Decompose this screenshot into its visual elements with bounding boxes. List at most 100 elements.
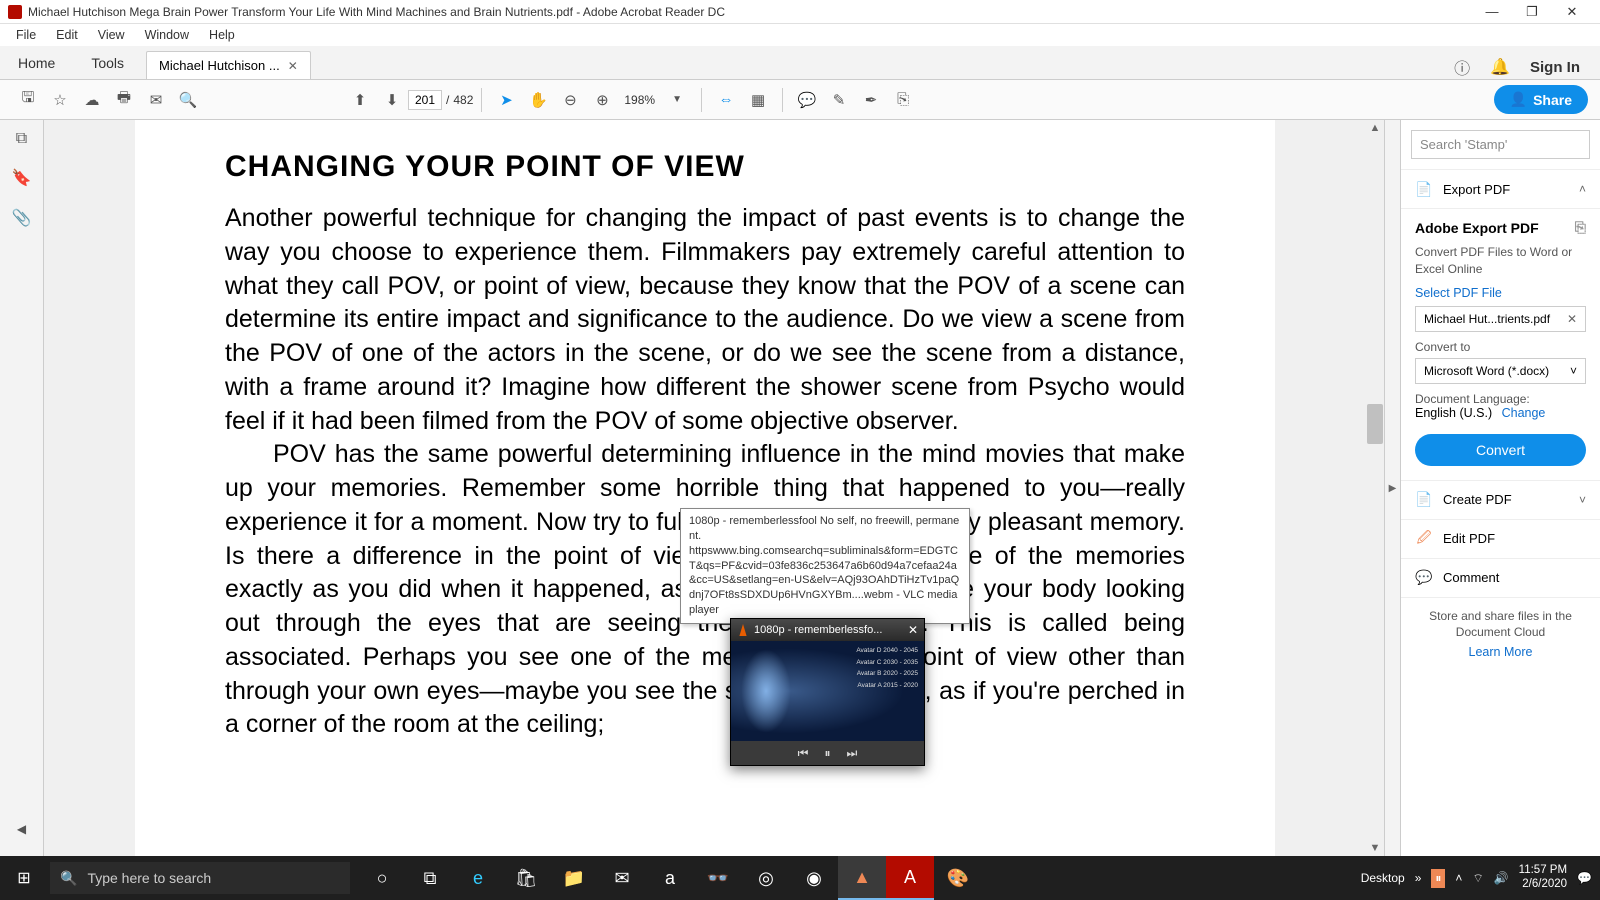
taskbar-search[interactable]: 🔍 Type here to search (50, 862, 350, 894)
help-icon[interactable]: ⓘ (1454, 55, 1470, 79)
app-icon-2[interactable]: ◉ (790, 856, 838, 900)
format-select[interactable]: Microsoft Word (*.docx) ˅ (1415, 358, 1586, 384)
create-pdf-tool[interactable]: 📄 Create PDF ˅ (1401, 480, 1600, 519)
bell-icon[interactable]: 🔔 (1490, 57, 1510, 77)
vlc-video[interactable]: Avatar D 2040 - 2045 Avatar C 2030 - 203… (731, 641, 924, 741)
tray-overflow-icon[interactable]: » (1415, 871, 1422, 885)
menu-view[interactable]: View (88, 26, 135, 44)
fit-width-icon[interactable]: ⇔ (712, 86, 740, 114)
acrobat-taskbar-icon[interactable]: A (886, 856, 934, 900)
scroll-up-icon[interactable]: ▲ (1370, 120, 1381, 136)
create-pdf-icon: 📄 (1415, 491, 1433, 509)
zoom-in-icon[interactable]: ⊕ (588, 86, 616, 114)
amazon-icon[interactable]: a (646, 856, 694, 900)
zoom-out-icon[interactable]: ⊖ (556, 86, 584, 114)
export-pdf-icon: 📄 (1415, 180, 1433, 198)
tray-chevron-icon[interactable]: ˄ (1455, 871, 1462, 885)
menu-edit[interactable]: Edit (46, 26, 88, 44)
vlc-title: 1080p - rememberlessfo... (754, 624, 882, 636)
minimize-button[interactable]: — (1472, 4, 1512, 19)
export-pdf-tool[interactable]: 📄 Export PDF ˄ (1401, 169, 1600, 208)
tab-document[interactable]: Michael Hutchison ... ✕ (146, 51, 311, 79)
attachment-icon[interactable]: 📎 (12, 208, 32, 228)
stamp-icon[interactable]: ⎘ (889, 86, 917, 114)
left-collapse-icon[interactable]: ◀ (17, 822, 26, 836)
menu-help[interactable]: Help (199, 26, 245, 44)
change-language-link[interactable]: Change (1502, 406, 1546, 420)
edge-icon[interactable]: e (454, 856, 502, 900)
bookmark-icon[interactable]: 🔖 (12, 168, 32, 188)
remove-file-icon[interactable]: ✕ (1567, 312, 1577, 326)
tab-home[interactable]: Home (0, 47, 73, 79)
sign-icon[interactable]: ✒ (857, 86, 885, 114)
tray-app-icon[interactable]: ⏸ (1431, 869, 1445, 888)
right-collapse-icon[interactable]: ▶ (1384, 120, 1400, 856)
highlight-icon[interactable]: ✎ (825, 86, 853, 114)
star-icon[interactable]: ☆ (46, 86, 74, 114)
select-pdf-link[interactable]: Select PDF File (1415, 286, 1586, 300)
paint-icon[interactable]: 🎨 (934, 856, 982, 900)
wifi-icon[interactable]: ⌔ (1472, 871, 1483, 886)
tripadvisor-icon[interactable]: 👓 (694, 856, 742, 900)
explorer-icon[interactable]: 📁 (550, 856, 598, 900)
vertical-scrollbar[interactable]: ▲ ▼ (1366, 120, 1384, 856)
scroll-down-icon[interactable]: ▼ (1370, 840, 1381, 856)
start-button[interactable]: ⊞ (0, 868, 48, 888)
convert-button[interactable]: Convert (1415, 434, 1586, 466)
fit-page-icon[interactable]: ▦ (744, 86, 772, 114)
close-button[interactable]: ✕ (1552, 4, 1592, 20)
comment-tool[interactable]: 💬 Comment (1401, 558, 1600, 597)
share-button[interactable]: 👤 Share (1494, 85, 1588, 114)
menu-file[interactable]: File (6, 26, 46, 44)
vlc-taskbar-icon[interactable]: ▲ (838, 856, 886, 900)
search-icon[interactable]: 🔍 (174, 86, 202, 114)
tools-search-input[interactable]: Search 'Stamp' (1411, 130, 1590, 159)
clock[interactable]: 11:57 PM 2/6/2020 (1519, 864, 1567, 892)
language-value: English (U.S.) (1415, 406, 1492, 420)
tab-close-icon[interactable]: ✕ (288, 59, 298, 73)
scroll-thumb[interactable] (1367, 404, 1383, 444)
vlc-prev-icon[interactable]: ⏮ (798, 746, 809, 761)
cortana-icon[interactable]: ○ (358, 856, 406, 900)
page-down-icon[interactable]: ⬇ (378, 86, 406, 114)
hand-icon[interactable]: ✋ (524, 86, 552, 114)
page-total: 482 (453, 93, 473, 107)
mail-icon[interactable]: ✉ (142, 86, 170, 114)
adobe-export-title: Adobe Export PDF (1415, 220, 1539, 236)
edit-pdf-tool[interactable]: 🖉 Edit PDF (1401, 519, 1600, 558)
store-share-text: Store and share files in the Document Cl… (1415, 608, 1586, 642)
edit-pdf-icon: 🖉 (1415, 530, 1433, 548)
vlc-next-icon[interactable]: ⏭ (847, 746, 858, 761)
zoom-dropdown-icon[interactable]: ▼ (663, 86, 691, 114)
app-icon-1[interactable]: ◎ (742, 856, 790, 900)
learn-more-link[interactable]: Learn More (1415, 645, 1586, 659)
thumbnails-icon[interactable]: ⧉ (16, 130, 27, 148)
menu-window[interactable]: Window (135, 26, 199, 44)
document-view[interactable]: CHANGING YOUR POINT OF VIEW Another powe… (44, 120, 1366, 856)
store-icon[interactable]: 🛍 (502, 856, 550, 900)
tab-tools[interactable]: Tools (73, 47, 142, 79)
vlc-close-icon[interactable]: ✕ (908, 623, 918, 637)
print-icon[interactable]: 🖶 (110, 86, 138, 114)
app-icon (8, 5, 22, 19)
doc-para-1: Another powerful technique for changing … (225, 202, 1185, 438)
vlc-pause-icon[interactable]: ⏸ (824, 746, 830, 761)
page-up-icon[interactable]: ⬆ (346, 86, 374, 114)
pointer-icon[interactable]: ➤ (492, 86, 520, 114)
sign-in-button[interactable]: Sign In (1530, 59, 1580, 76)
desktop-button[interactable]: Desktop (1361, 871, 1405, 885)
volume-icon[interactable]: 🔊 (1494, 871, 1509, 885)
page-input[interactable] (408, 90, 442, 110)
zoom-level[interactable]: 198% (618, 93, 661, 107)
notifications-icon[interactable]: 💬 (1577, 871, 1592, 885)
selected-file-box[interactable]: Michael Hut...trients.pdf ✕ (1415, 306, 1586, 332)
mail-icon[interactable]: ✉ (598, 856, 646, 900)
maximize-button[interactable]: ❐ (1512, 4, 1552, 20)
export-options-icon[interactable]: ⎘ (1575, 219, 1586, 236)
save-icon[interactable]: 🖫 (14, 86, 42, 114)
cloud-icon[interactable]: ☁ (78, 86, 106, 114)
taskview-icon[interactable]: ⧉ (406, 856, 454, 900)
comment-bubble-icon[interactable]: 💬 (793, 86, 821, 114)
vlc-window[interactable]: 1080p - rememberlessfo... ✕ Avatar D 204… (730, 618, 925, 766)
chevron-down-icon: ˅ (1579, 493, 1586, 507)
